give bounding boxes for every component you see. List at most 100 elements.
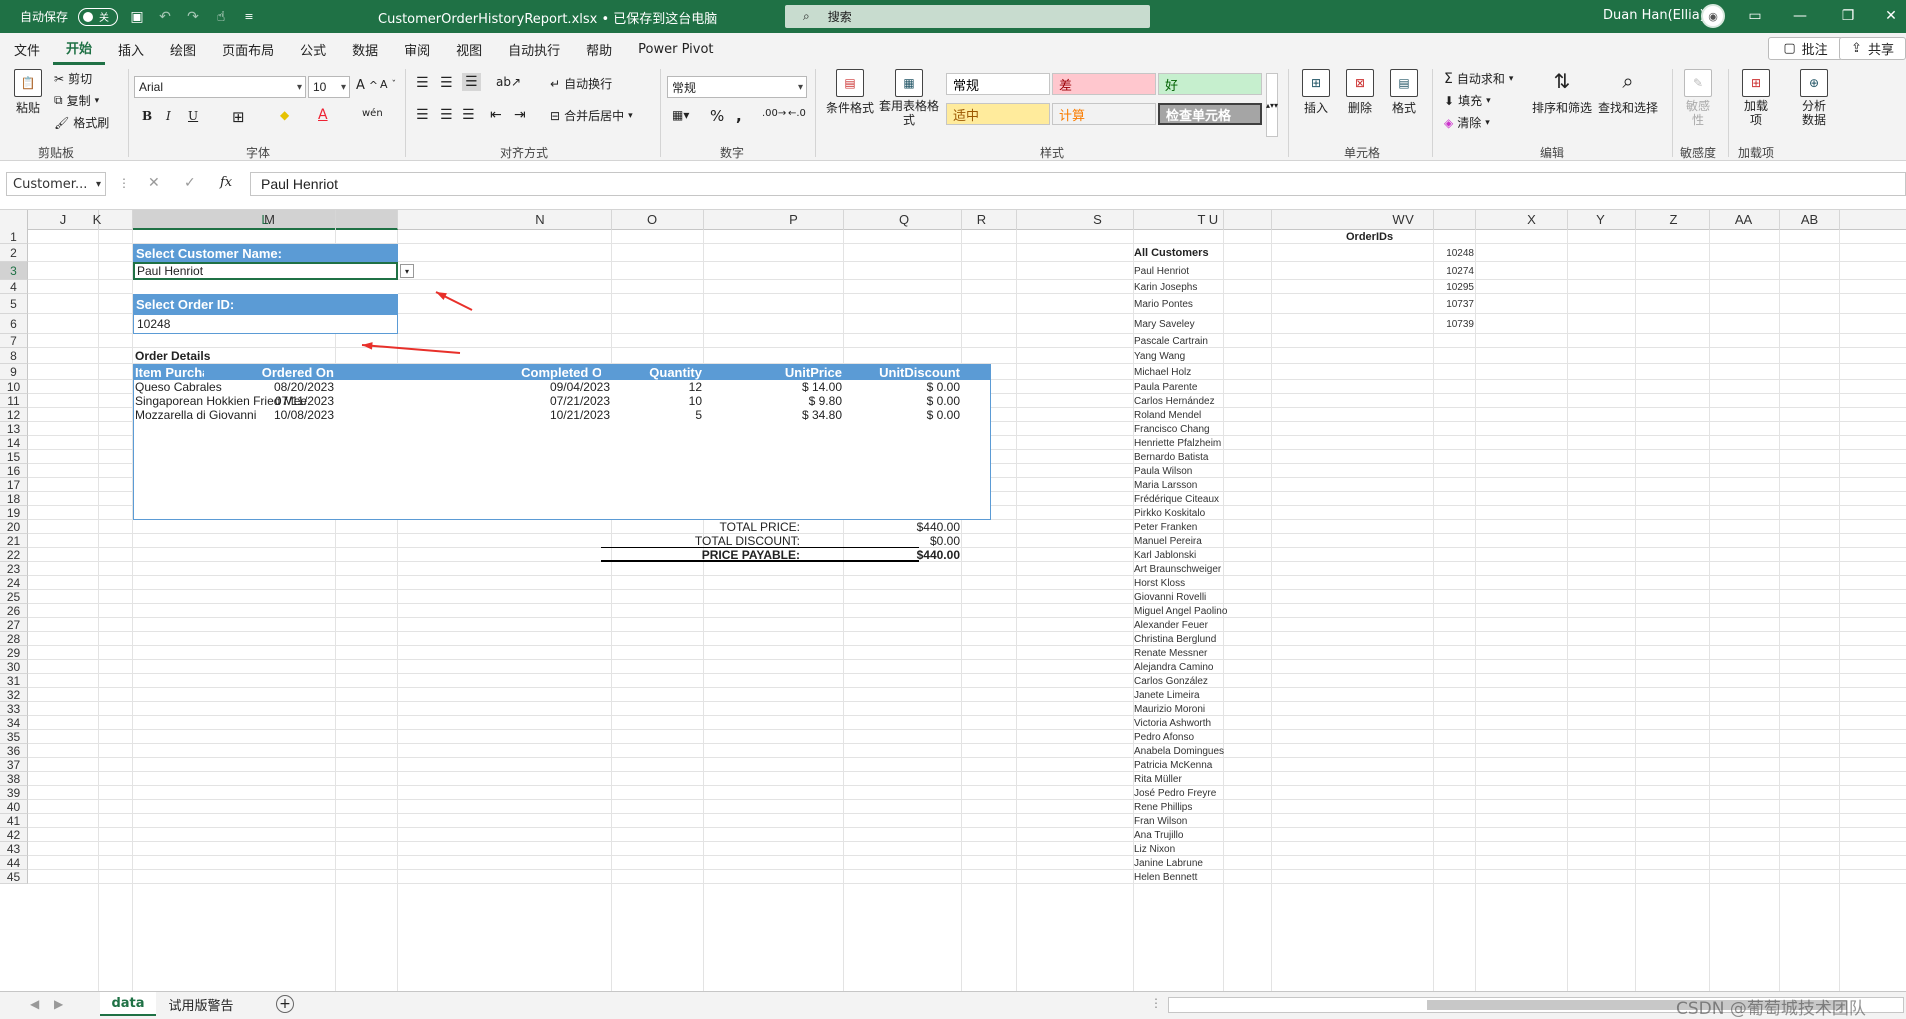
row-header-30[interactable]: 30 bbox=[0, 660, 28, 674]
row-header-6[interactable]: 6 bbox=[0, 314, 28, 334]
row-header-26[interactable]: 26 bbox=[0, 604, 28, 618]
tab-6[interactable]: 数据 bbox=[339, 33, 391, 65]
row-header-34[interactable]: 34 bbox=[0, 716, 28, 730]
redo-icon[interactable]: ↷ bbox=[184, 8, 202, 26]
increase-indent-icon[interactable]: ⇥ bbox=[514, 107, 526, 123]
row-header-40[interactable]: 40 bbox=[0, 800, 28, 814]
row-header-31[interactable]: 31 bbox=[0, 674, 28, 688]
row-header-17[interactable]: 17 bbox=[0, 478, 28, 492]
save-icon[interactable]: ▣ bbox=[128, 8, 146, 26]
row-header-28[interactable]: 28 bbox=[0, 632, 28, 646]
row-header-20[interactable]: 20 bbox=[0, 520, 28, 534]
row-header-21[interactable]: 21 bbox=[0, 534, 28, 548]
row-header-11[interactable]: 11 bbox=[0, 394, 28, 408]
sheet-tab-1[interactable]: 试用版警告 bbox=[160, 992, 242, 1016]
formula-options-icon[interactable]: ⋮ bbox=[118, 176, 130, 190]
decrease-font-icon[interactable]: Aˇ bbox=[380, 78, 396, 91]
avatar[interactable]: ◉ bbox=[1701, 4, 1725, 28]
font-color-icon[interactable]: A bbox=[318, 107, 328, 123]
underline-icon[interactable]: U bbox=[188, 109, 198, 123]
column-header-X[interactable]: X bbox=[1496, 210, 1568, 230]
formula-input[interactable]: Paul Henriot bbox=[250, 172, 1906, 196]
column-header-AA[interactable]: AA bbox=[1708, 210, 1780, 230]
row-header-15[interactable]: 15 bbox=[0, 450, 28, 464]
tab-9[interactable]: 自动执行 bbox=[495, 33, 573, 65]
increase-decimal-icon[interactable]: .00→ bbox=[762, 108, 786, 119]
fill-button[interactable]: ⬇ 填充 ▾ bbox=[1444, 92, 1491, 109]
align-bottom-icon[interactable]: ☰ bbox=[462, 73, 481, 91]
autosum-button[interactable]: Σ 自动求和 ▾ bbox=[1444, 70, 1513, 87]
row-header-8[interactable]: 8 bbox=[0, 348, 28, 364]
column-header-K[interactable]: K bbox=[62, 210, 133, 230]
format-painter-button[interactable]: 🖌 格式刷 bbox=[54, 114, 109, 131]
row-header-42[interactable]: 42 bbox=[0, 828, 28, 842]
font-name-dropdown[interactable]: Arial bbox=[134, 76, 306, 98]
column-header-U[interactable]: U bbox=[1204, 210, 1224, 230]
row-header-36[interactable]: 36 bbox=[0, 744, 28, 758]
column-header-N[interactable]: N bbox=[469, 210, 612, 230]
clear-button[interactable]: ◈ 清除 ▾ bbox=[1444, 114, 1490, 131]
merge-center-button[interactable]: ⊟ 合并后居中 ▾ bbox=[550, 107, 633, 124]
align-center-icon[interactable]: ☰ bbox=[440, 107, 453, 123]
tab-1[interactable]: 开始 bbox=[53, 33, 106, 65]
row-header-9[interactable]: 9 bbox=[0, 364, 28, 380]
analyze-data-button[interactable]: ⊕ 分析数据 bbox=[1800, 69, 1828, 127]
tab-7[interactable]: 审阅 bbox=[391, 33, 443, 65]
row-header-23[interactable]: 23 bbox=[0, 562, 28, 576]
phonetic-icon[interactable]: wén bbox=[362, 108, 383, 119]
column-header-Z[interactable]: Z bbox=[1638, 210, 1710, 230]
customize-toolbar-icon[interactable]: ≡ bbox=[240, 8, 258, 26]
row-header-27[interactable]: 27 bbox=[0, 618, 28, 632]
row-header-39[interactable]: 39 bbox=[0, 786, 28, 800]
sheet-options-icon[interactable]: ⋮ bbox=[1150, 996, 1162, 1010]
row-header-7[interactable]: 7 bbox=[0, 334, 28, 348]
tab-4[interactable]: 页面布局 bbox=[209, 33, 287, 65]
customer-select[interactable]: Paul Henriot bbox=[133, 262, 398, 280]
column-header-AB[interactable]: AB bbox=[1780, 210, 1840, 230]
conditional-format-button[interactable]: ▤ 条件格式 bbox=[826, 69, 874, 116]
row-header-43[interactable]: 43 bbox=[0, 842, 28, 856]
row-header-38[interactable]: 38 bbox=[0, 772, 28, 786]
style-gallery-scroll[interactable]: ▴▾▾ bbox=[1266, 73, 1278, 137]
worksheet-grid[interactable]: J K L M N O P Q R S T U V W X Y Z AA AB 1 2 3 4 5 6 7 8 9 10 11 12 13 1… bbox=[0, 210, 1906, 991]
align-middle-icon[interactable]: ☰ bbox=[440, 75, 453, 91]
tab-2[interactable]: 插入 bbox=[105, 33, 157, 65]
ribbon-display-icon[interactable]: ▭ bbox=[1740, 5, 1770, 27]
align-top-icon[interactable]: ☰ bbox=[416, 75, 429, 91]
maximize-icon[interactable]: ❐ bbox=[1833, 5, 1863, 27]
order-select[interactable]: 10248 bbox=[133, 314, 398, 334]
column-header-Q[interactable]: Q bbox=[847, 210, 962, 230]
add-sheet-icon[interactable]: + bbox=[276, 995, 294, 1013]
tab-11[interactable]: Power Pivot bbox=[625, 33, 726, 65]
italic-icon[interactable]: I bbox=[166, 109, 171, 123]
minimize-icon[interactable]: — bbox=[1785, 5, 1815, 27]
insert-cells-button[interactable]: ⊞ 插入 bbox=[1302, 69, 1330, 116]
tab-5[interactable]: 公式 bbox=[287, 33, 339, 65]
tab-8[interactable]: 视图 bbox=[443, 33, 495, 65]
share-button[interactable]: ⇪ 共享 bbox=[1839, 37, 1906, 60]
prev-sheet-icon[interactable]: ◀ bbox=[30, 997, 39, 1011]
borders-icon[interactable]: ⊞ bbox=[232, 108, 245, 126]
search-box[interactable]: ⌕ 搜索 bbox=[785, 5, 1150, 28]
row-header-16[interactable]: 16 bbox=[0, 464, 28, 478]
column-header-W[interactable]: W bbox=[1364, 210, 1434, 230]
column-header-S[interactable]: S bbox=[1062, 210, 1134, 230]
copy-button[interactable]: ⧉ 复制 ▾ bbox=[54, 92, 99, 109]
decrease-indent-icon[interactable]: ⇤ bbox=[490, 107, 502, 123]
cut-button[interactable]: ✂ 剪切 bbox=[54, 70, 92, 87]
column-header-R[interactable]: R bbox=[947, 210, 1017, 230]
column-header-P[interactable]: P bbox=[744, 210, 844, 230]
row-header-44[interactable]: 44 bbox=[0, 856, 28, 870]
style-cell-4[interactable]: 计算 bbox=[1052, 103, 1156, 125]
increase-font-icon[interactable]: A ^ bbox=[356, 78, 378, 93]
style-cell-2[interactable]: 好 bbox=[1158, 73, 1262, 95]
align-left-icon[interactable]: ☰ bbox=[416, 107, 429, 123]
next-sheet-icon[interactable]: ▶ bbox=[54, 997, 63, 1011]
touch-mode-icon[interactable]: ☝ bbox=[212, 8, 230, 26]
row-header-29[interactable]: 29 bbox=[0, 646, 28, 660]
percent-icon[interactable]: % bbox=[710, 107, 724, 125]
row-header-33[interactable]: 33 bbox=[0, 702, 28, 716]
cancel-icon[interactable]: ✕ bbox=[148, 175, 160, 191]
align-right-icon[interactable]: ☰ bbox=[462, 107, 475, 123]
row-header-14[interactable]: 14 bbox=[0, 436, 28, 450]
